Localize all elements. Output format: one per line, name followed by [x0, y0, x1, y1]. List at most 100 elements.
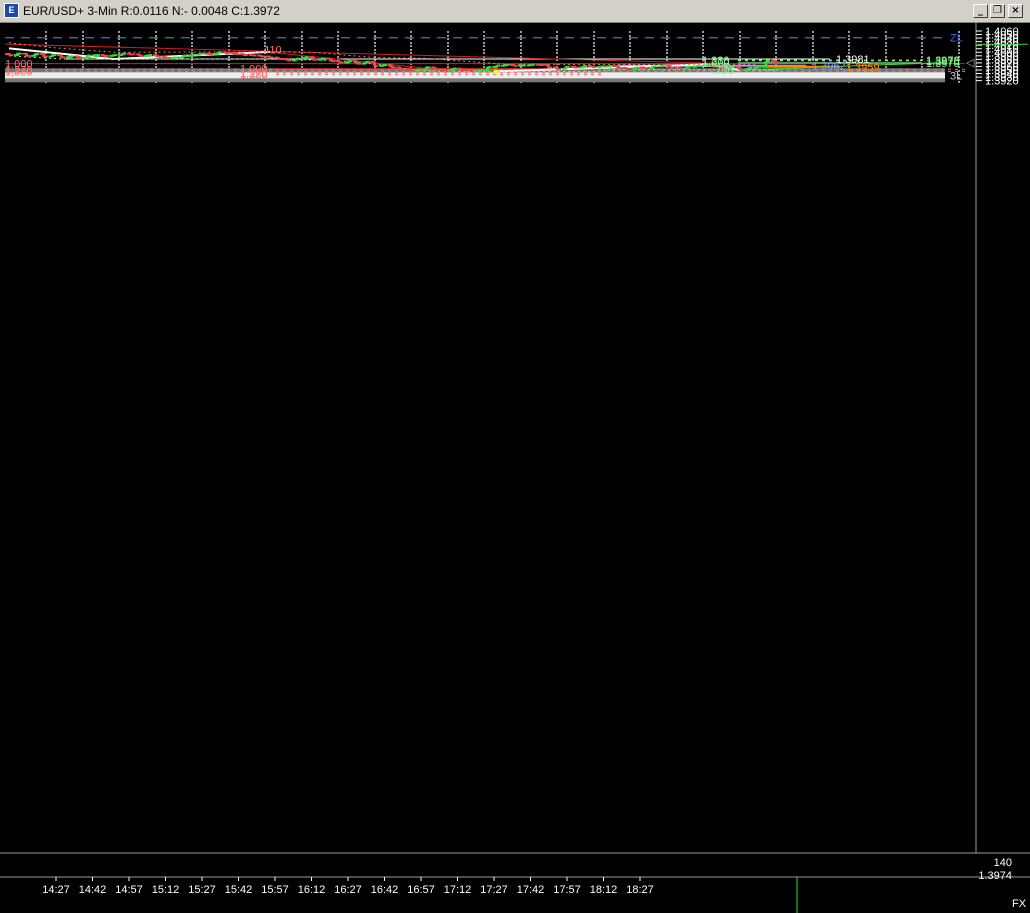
title-bar[interactable]: E EUR/USD+ 3-Min R:0.0116 N:- 0.0048 C:1… — [0, 0, 1030, 23]
grid-dot — [629, 31, 631, 33]
grid-dot — [885, 66, 887, 68]
grid-dot — [118, 56, 120, 58]
grid-dot — [775, 42, 777, 44]
grid-dot — [301, 45, 303, 47]
grid-dot — [447, 66, 449, 68]
grid-dot — [337, 45, 339, 47]
fib-right-label: .780 — [712, 65, 733, 77]
grid-dot — [775, 52, 777, 54]
grid-dot — [447, 49, 449, 51]
grid-dot — [921, 56, 923, 58]
grid-dot — [702, 31, 704, 33]
price-bar — [135, 53, 144, 57]
grid-dot — [739, 42, 741, 44]
x-tick-label: 18:27 — [626, 884, 654, 896]
grid-dot — [812, 31, 814, 33]
price-bar — [692, 65, 701, 68]
close-button[interactable]: × — [1008, 4, 1023, 18]
grid-dot — [593, 31, 595, 33]
status-box: 1401.3974 FX — [978, 857, 1026, 910]
price-bar — [466, 68, 475, 72]
price-bar — [492, 64, 501, 69]
grid-dot — [483, 38, 485, 40]
grid-dot — [337, 35, 339, 37]
grid-dot — [301, 35, 303, 37]
grid-dot — [556, 31, 558, 33]
grid-dot — [885, 52, 887, 54]
grid-dot — [629, 35, 631, 37]
grid-dot — [885, 35, 887, 37]
grid-dot — [739, 52, 741, 54]
grid-dot — [921, 52, 923, 54]
grid-dot — [556, 49, 558, 51]
grid-dot — [228, 66, 230, 68]
grid-dot — [45, 66, 47, 68]
grid-dot — [739, 31, 741, 33]
x-tick-label: 16:57 — [407, 884, 435, 896]
grid-dot — [593, 38, 595, 40]
price-chart[interactable]: ZL1.39811.3962 1.39593L1.0001,2701,380 1.0… — [0, 22, 1030, 913]
grid-dot — [483, 49, 485, 51]
grid-dot — [812, 56, 814, 58]
grid-dot — [118, 31, 120, 33]
top-marker-label: 410 — [263, 44, 281, 56]
trendline-red — [4, 43, 715, 64]
grid-dot — [921, 42, 923, 44]
grid-dot — [82, 66, 84, 68]
grid-dot — [702, 35, 704, 37]
price-bar — [474, 69, 483, 72]
fib-left-label: 1,380 — [5, 66, 33, 78]
pivot-dot — [493, 69, 499, 75]
grid-dot — [666, 31, 668, 33]
grid-dot — [447, 45, 449, 47]
grid-dot — [374, 42, 376, 44]
price-axis[interactable]: 1.40601.40501.40401.40301.40201.40101.40… — [975, 22, 1028, 853]
grid-dot — [921, 45, 923, 47]
grid-dot — [337, 42, 339, 44]
grid-dot — [155, 35, 157, 37]
grid-dot — [520, 45, 522, 47]
3l-label: 3L — [950, 70, 962, 82]
grid-dot — [155, 49, 157, 51]
price-bar — [535, 63, 544, 67]
grid-dot — [593, 52, 595, 54]
x-tick-label: 17:42 — [517, 884, 545, 896]
grid-dot — [848, 31, 850, 33]
price-bar — [239, 53, 248, 57]
price-bar — [674, 66, 683, 70]
grid-dot — [155, 45, 157, 47]
x-tick-label: 15:27 — [188, 884, 216, 896]
grid-dot — [702, 38, 704, 40]
grid-dot — [775, 31, 777, 33]
x-tick-label: 15:12 — [152, 884, 180, 896]
price-bar — [126, 52, 135, 56]
grid-dot — [82, 42, 84, 44]
status-market: FX — [1012, 898, 1027, 910]
time-axis[interactable]: 14:27 14:42 14:57 15:12 15:27 15:42 15:57 16:12… — [0, 852, 1030, 913]
grid-dot — [666, 45, 668, 47]
minimize-button[interactable]: _ — [973, 4, 988, 18]
price-arrow-marker: ◁ — [966, 57, 975, 69]
grid-dot — [666, 49, 668, 51]
grid-dot — [410, 42, 412, 44]
grid-dot — [82, 38, 84, 40]
grid-dot — [885, 45, 887, 47]
grid-dot — [191, 35, 193, 37]
grid-dot — [191, 45, 193, 47]
x-tick-label: 16:42 — [371, 884, 399, 896]
grid-dot — [812, 42, 814, 44]
grid-dot — [483, 66, 485, 68]
grid-dot — [45, 42, 47, 44]
grid-dot — [921, 66, 923, 68]
grid-dot — [666, 42, 668, 44]
grid-dot — [739, 35, 741, 37]
x-tick-label: 15:57 — [261, 884, 289, 896]
grid-dot — [812, 52, 814, 54]
grid-dot — [775, 56, 777, 58]
grid-dot — [848, 35, 850, 37]
grid-dot — [118, 66, 120, 68]
grid-dot — [848, 38, 850, 40]
restore-button[interactable]: ❐ — [990, 4, 1005, 18]
grid-dot — [739, 49, 741, 51]
grid-dot — [191, 42, 193, 44]
